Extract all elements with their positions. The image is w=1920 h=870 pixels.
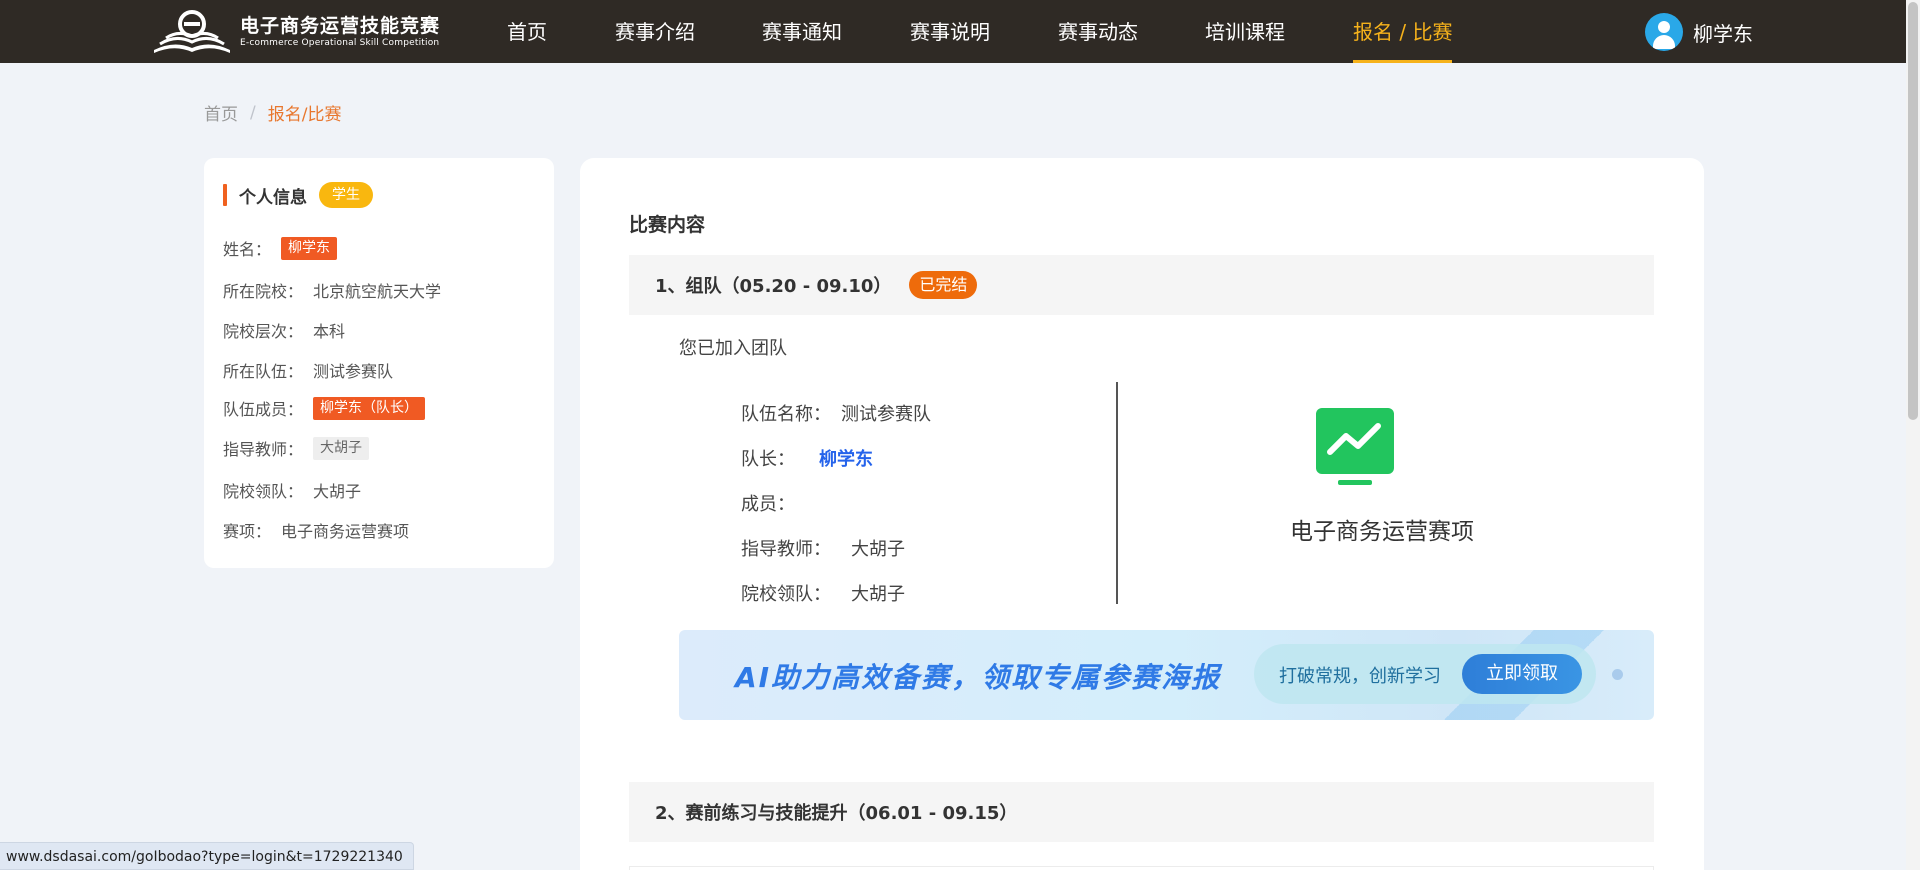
team-divider [1116, 382, 1118, 604]
profile-row-school: 所在院校： 北京航空航天大学 [223, 278, 441, 302]
team-lead-value: 大胡子 [851, 584, 905, 605]
team-teacher-value: 大胡子 [851, 539, 905, 560]
profile-label: 赛项： [223, 522, 272, 541]
profile-value-members: 柳学东（队长） [313, 396, 426, 420]
team-leader-label: 队长： [741, 449, 795, 470]
banner-dot [1612, 669, 1623, 680]
team-name-row: 队伍名称： 测试参赛队 [741, 400, 931, 426]
stage-1-title: 1、组队（05.20 - 09.10） [655, 276, 892, 297]
brand-logo[interactable]: 电子商务运营技能竞赛 E-commerce Operational Skill … [150, 10, 440, 54]
page-scrollbar[interactable] [1906, 0, 1920, 870]
user-menu[interactable]: 柳学东 [1645, 13, 1753, 51]
nav-event-notice[interactable]: 赛事通知 [762, 0, 842, 63]
team-name-label: 队伍名称： [741, 404, 831, 425]
team-leader-value[interactable]: 柳学东 [819, 445, 873, 471]
stage-1-header[interactable]: 1、组队（05.20 - 09.10） 已完结 [629, 255, 1654, 315]
nav-event-intro[interactable]: 赛事介绍 [615, 0, 695, 63]
profile-label: 院校层次： [223, 322, 304, 341]
profile-label: 队伍成员： [223, 400, 304, 419]
ai-poster-banner[interactable]: AI助力高效备赛，领取专属参赛海报 打破常规，创新学习 立即领取 [679, 630, 1654, 720]
stage-1-status-badge: 已完结 [909, 271, 978, 299]
stage-2-title: 2、赛前练习与技能提升（06.01 - 09.15） [655, 803, 1018, 824]
profile-label: 指导教师： [223, 440, 304, 459]
profile-value-level: 本科 [313, 322, 346, 341]
brand-title: 电子商务运营技能竞赛 [240, 15, 441, 37]
profile-label: 姓名： [223, 240, 272, 259]
banner-subtitle: 打破常规，创新学习 [1279, 666, 1441, 687]
profile-row-teacher: 指导教师： 大胡子 [223, 436, 370, 460]
team-members-row: 成员： [741, 490, 795, 516]
competition-content-card: 比赛内容 1、组队（05.20 - 09.10） 已完结 您已加入团队 队伍名称… [580, 158, 1704, 870]
status-url-bar: www.dsdasai.com/goIbodao?type=login&t=17… [0, 842, 414, 870]
profile-row-event: 赛项： 电子商务运营赛项 [223, 518, 409, 542]
profile-label: 所在队伍： [223, 362, 304, 381]
stage-2-header[interactable]: 2、赛前练习与技能提升（06.01 - 09.15） [629, 782, 1654, 842]
user-name: 柳学东 [1693, 21, 1753, 46]
profile-card-header: 个人信息 学生 [223, 182, 373, 208]
breadcrumb-separator: / [250, 102, 256, 123]
scrollbar-thumb[interactable] [1908, 2, 1918, 420]
claim-now-button[interactable]: 立即领取 [1462, 654, 1582, 694]
nav-training[interactable]: 培训课程 [1205, 0, 1285, 63]
profile-value-name: 柳学东 [281, 236, 338, 260]
content-title: 比赛内容 [629, 214, 706, 236]
stage-2-content [629, 866, 1654, 870]
brand-subtitle: E-commerce Operational Skill Competition [240, 38, 440, 48]
trend-monitor-icon [1316, 408, 1394, 485]
profile-row-team: 所在队伍： 测试参赛队 [223, 358, 393, 382]
profile-label: 所在院校： [223, 282, 304, 301]
nav-signup-competition[interactable]: 报名 / 比赛 [1353, 0, 1453, 63]
team-members-label: 成员： [741, 494, 795, 515]
profile-value-event: 电子商务运营赛项 [281, 522, 410, 541]
nav-home[interactable]: 首页 [507, 0, 547, 63]
role-badge: 学生 [319, 182, 373, 208]
breadcrumb-current: 报名/比赛 [267, 105, 342, 125]
profile-value-school: 北京航空航天大学 [313, 282, 442, 301]
team-name-value: 测试参赛队 [841, 404, 931, 425]
team-teacher-row: 指导教师： 大胡子 [741, 535, 905, 561]
breadcrumb-home[interactable]: 首页 [204, 100, 238, 125]
team-teacher-label: 指导教师： [741, 539, 831, 560]
profile-value-leader: 大胡子 [313, 482, 362, 501]
profile-row-members: 队伍成员： 柳学东（队长） [223, 396, 426, 420]
team-lead-label: 院校领队： [741, 584, 831, 605]
joined-team-text: 您已加入团队 [679, 338, 787, 359]
nav-event-news[interactable]: 赛事动态 [1058, 0, 1138, 63]
profile-label: 院校领队： [223, 482, 304, 501]
team-leader-row: 队长： 柳学东 [741, 445, 873, 471]
user-avatar-icon [1645, 13, 1683, 51]
event-name: 电子商务运营赛项 [1290, 519, 1474, 545]
breadcrumb: 首页 / 报名/比赛 [204, 100, 342, 126]
profile-row-leader: 院校领队： 大胡子 [223, 478, 361, 502]
profile-row-name: 姓名： 柳学东 [223, 236, 338, 260]
profile-value-teacher: 大胡子 [313, 436, 370, 460]
top-navbar: 电子商务运营技能竞赛 E-commerce Operational Skill … [0, 0, 1906, 63]
banner-headline: AI助力高效备赛，领取专属参赛海报 [735, 661, 1222, 694]
profile-card: 个人信息 学生 姓名： 柳学东 所在院校： 北京航空航天大学 院校层次： 本科 … [204, 158, 554, 568]
book-logo-icon [154, 10, 230, 53]
profile-value-team: 测试参赛队 [313, 362, 394, 381]
team-lead-row: 院校领队： 大胡子 [741, 580, 905, 606]
nav-event-guide[interactable]: 赛事说明 [910, 0, 990, 63]
accent-bar [223, 184, 227, 206]
profile-title: 个人信息 [239, 187, 307, 208]
profile-row-level: 院校层次： 本科 [223, 318, 345, 342]
